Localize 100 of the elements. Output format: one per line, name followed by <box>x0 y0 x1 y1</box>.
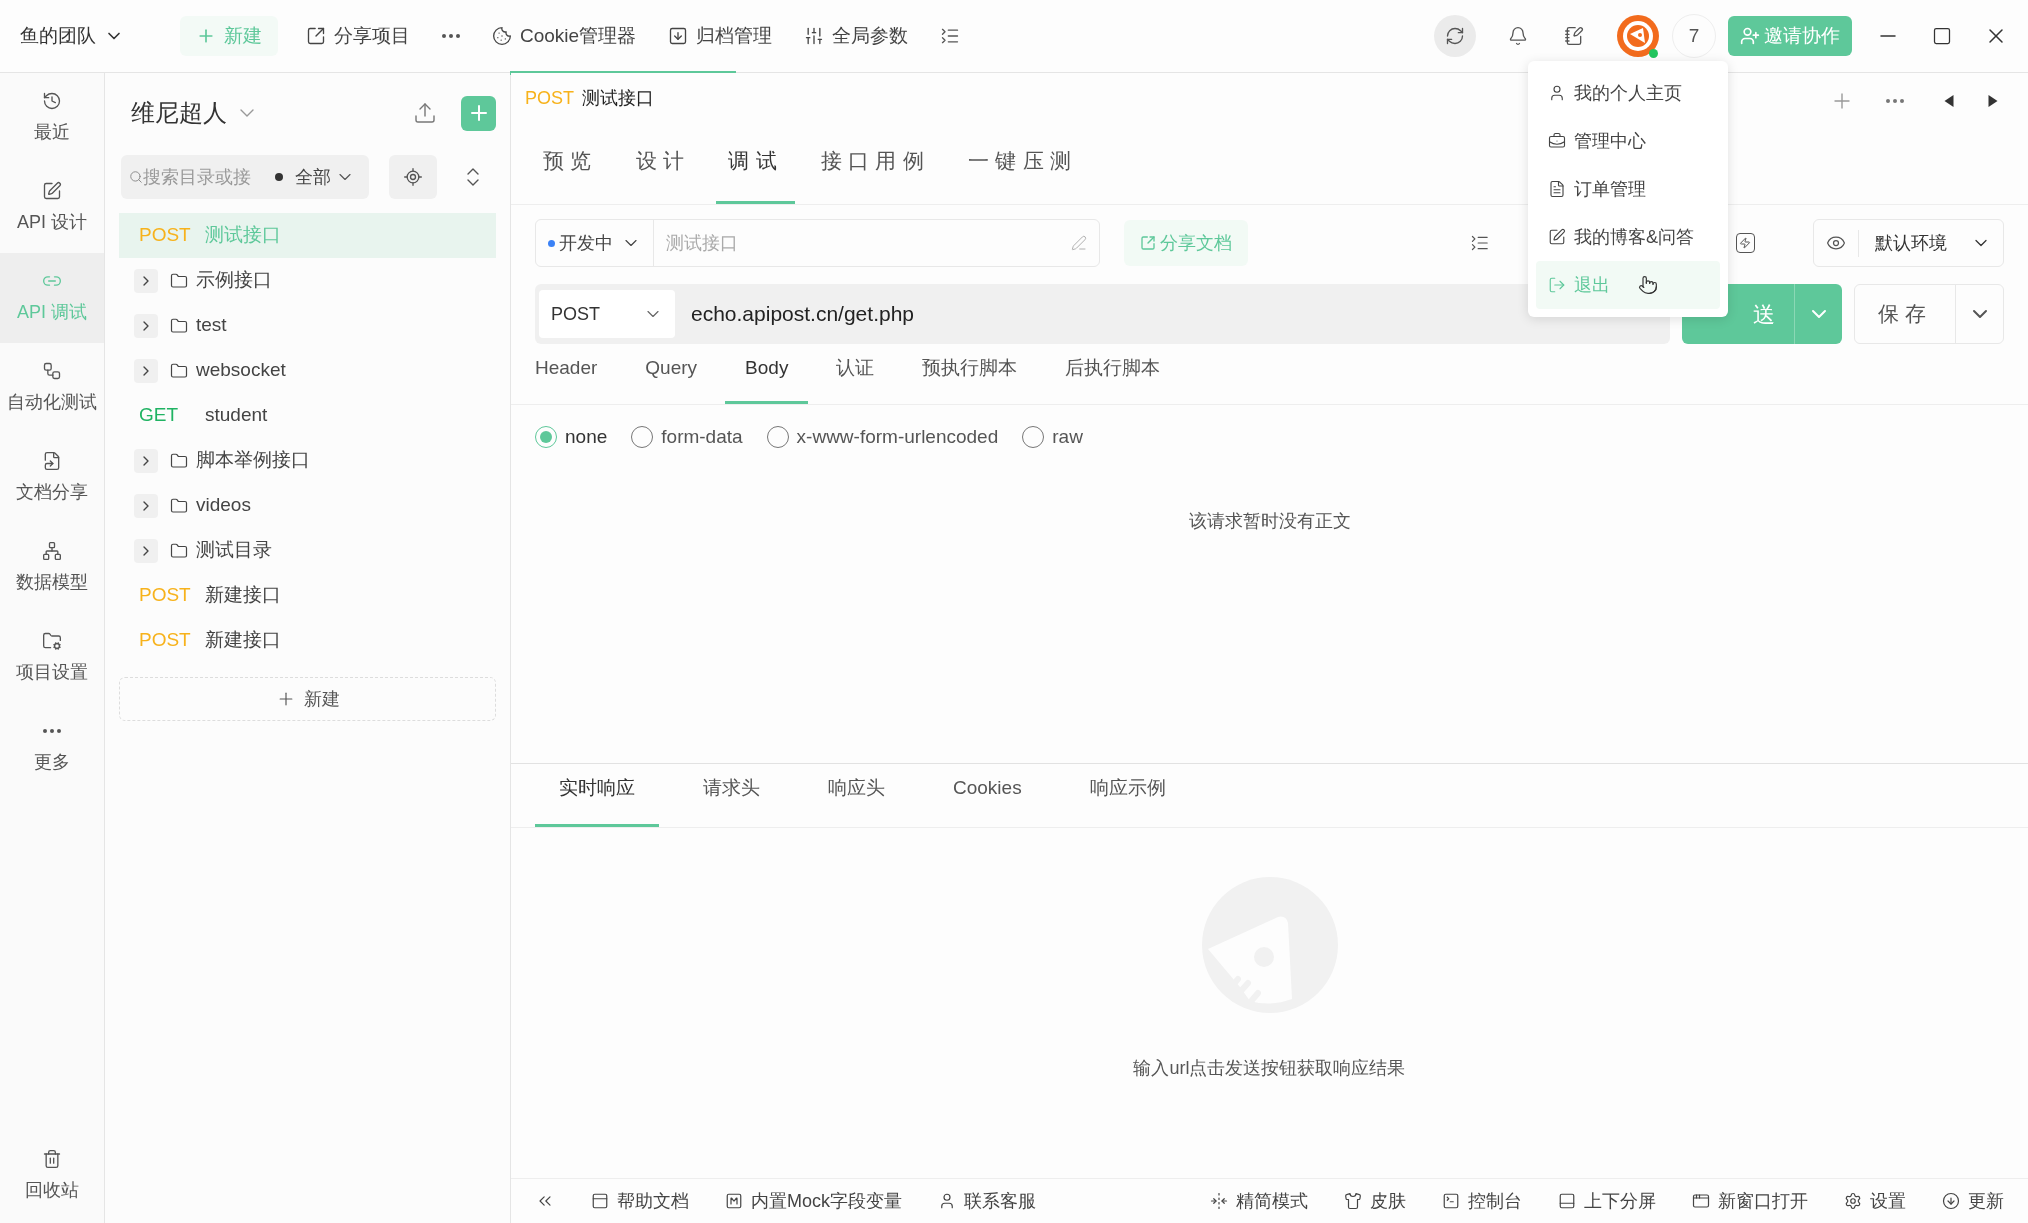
filter-select[interactable]: 全部 <box>295 163 331 191</box>
radio-option[interactable]: raw <box>1022 422 1083 452</box>
expand-toggle[interactable] <box>134 493 158 518</box>
api-name: 测试接口 <box>205 223 281 248</box>
team-selector[interactable]: 鱼的团队 <box>20 21 124 51</box>
menu-item[interactable]: 我的博客&问答 <box>1536 213 1720 261</box>
locate-button[interactable] <box>389 155 437 199</box>
open-tab[interactable]: POST 测试接口 <box>525 85 654 112</box>
settings-icon <box>1844 1192 1862 1210</box>
status-bar-button[interactable]: 新窗口打开 <box>1692 1187 1808 1215</box>
tab[interactable]: 响应示例 <box>1065 764 1190 827</box>
tab[interactable]: 后执行脚本 <box>1045 347 1181 404</box>
radio-option[interactable]: form-data <box>631 422 743 452</box>
tab[interactable]: 调试 <box>716 129 795 204</box>
maximize-icon[interactable] <box>1932 26 1952 46</box>
nav-item[interactable]: 自动化测试 <box>0 343 104 433</box>
upload-icon[interactable] <box>413 101 437 125</box>
document-icon <box>42 450 62 471</box>
tree-folder[interactable]: 脚本举例接口 <box>119 438 496 483</box>
expand-toggle[interactable] <box>134 313 158 338</box>
nav-item[interactable]: 数据模型 <box>0 523 104 613</box>
tab[interactable]: 请求头 <box>679 764 784 827</box>
folder-icon <box>170 496 188 515</box>
status-bar-button[interactable]: 控制台 <box>1442 1187 1522 1215</box>
tree-folder[interactable]: websocket <box>119 348 496 393</box>
folder-name: 脚本举例接口 <box>196 448 310 473</box>
status-bar-button[interactable]: 帮助文档 <box>591 1187 689 1215</box>
tab[interactable]: 预览 <box>531 129 610 204</box>
tab[interactable]: 预执行脚本 <box>902 347 1038 404</box>
menu-item[interactable]: 我的个人主页 <box>1536 69 1720 117</box>
scroll-right-icon[interactable] <box>1987 95 1998 107</box>
environment-select[interactable]: 默认环境 <box>1813 219 2004 267</box>
toolbar-button[interactable]: 全局参数 <box>804 21 909 51</box>
tree-folder[interactable]: videos <box>119 483 496 528</box>
menu-item[interactable]: 订单管理 <box>1536 165 1720 213</box>
name-field[interactable]: 开发中 测试接口 <box>535 219 1100 267</box>
radio-option[interactable]: x-www-form-urlencoded <box>766 422 999 452</box>
tree-folder[interactable]: 示例接口 <box>119 258 496 303</box>
more-icon[interactable] <box>442 34 460 38</box>
nav-item[interactable]: 文档分享 <box>0 433 104 523</box>
method-select[interactable]: POST <box>539 290 675 338</box>
toolbar-button[interactable]: 分享项目 <box>306 21 410 51</box>
notes-icon[interactable] <box>1564 26 1584 46</box>
status-bar-button[interactable]: 皮肤 <box>1344 1187 1406 1215</box>
tab[interactable]: 接口用例 <box>808 129 943 204</box>
network-icon <box>42 540 62 561</box>
add-button[interactable] <box>461 95 496 131</box>
more-icon[interactable] <box>1886 99 1904 103</box>
nav-item[interactable]: 项目设置 <box>0 613 104 703</box>
expand-toggle[interactable] <box>134 268 158 293</box>
radio-option[interactable]: none <box>535 422 608 452</box>
more-icon <box>43 728 61 733</box>
status-select[interactable]: 开发中 <box>536 220 654 266</box>
tab[interactable]: Header <box>535 347 618 404</box>
tab[interactable]: Body <box>725 347 809 404</box>
notification-icon[interactable] <box>1508 26 1528 46</box>
tree-item[interactable]: POST 新建接口 <box>119 618 496 663</box>
expand-toggle[interactable] <box>134 448 158 473</box>
edit-icon <box>42 180 62 201</box>
user-avatar[interactable] <box>1616 14 1660 58</box>
tab[interactable]: Cookies <box>929 764 1046 827</box>
tab[interactable]: 设计 <box>623 129 703 204</box>
history-icon <box>42 90 62 111</box>
status-bar-button[interactable]: 联系客服 <box>938 1187 1036 1215</box>
tab[interactable]: 一键压测 <box>956 129 1090 204</box>
tree-folder[interactable]: test <box>119 303 496 348</box>
new-item-button[interactable]: 新建 <box>119 677 496 721</box>
trash-nav-item[interactable]: 回收站 <box>0 1141 104 1211</box>
nav-item[interactable]: API 设计 <box>0 163 104 253</box>
expand-toggle[interactable] <box>134 538 158 563</box>
list-collapse-icon[interactable] <box>940 26 961 46</box>
status-bar-button[interactable]: 精简模式 <box>1210 1187 1308 1215</box>
expand-toggle[interactable] <box>134 358 158 383</box>
status-bar-button[interactable]: 上下分屏 <box>1558 1187 1656 1215</box>
toolbar-button[interactable]: Cookie管理器 <box>492 21 637 51</box>
tree-item[interactable]: GET student <box>119 393 496 438</box>
tab[interactable]: Query <box>625 347 718 404</box>
search-field[interactable]: 搜索目录或接 全部 <box>121 155 369 199</box>
document-icon <box>1548 180 1566 198</box>
tree-item[interactable]: POST 新建接口 <box>119 573 496 618</box>
nav-item[interactable]: 更多 <box>0 703 104 793</box>
archive-icon <box>668 26 689 46</box>
tab[interactable]: 实时响应 <box>535 764 659 827</box>
status-bar-button[interactable]: 内置Mock字段变量 <box>725 1187 902 1215</box>
toolbar-button[interactable]: 归档管理 <box>668 21 773 51</box>
tab[interactable]: 认证 <box>816 347 895 404</box>
tab[interactable]: 响应头 <box>804 764 909 827</box>
status-bar-button[interactable]: 更新 <box>1942 1187 2004 1215</box>
nav-item[interactable]: 最近 <box>0 73 104 163</box>
status-bar-button[interactable]: 设置 <box>1844 1187 1906 1215</box>
scroll-left-icon[interactable] <box>1944 95 1955 107</box>
quick-action-icon[interactable] <box>1735 233 1756 253</box>
terminal-icon <box>1442 1192 1460 1210</box>
folder-name: test <box>196 313 227 338</box>
tree-folder[interactable]: 测试目录 <box>119 528 496 573</box>
sync-button[interactable] <box>1434 15 1476 57</box>
user-icon <box>938 1192 956 1210</box>
empty-body-message: 该请求暂时没有正文 <box>1188 509 1351 533</box>
menu-item[interactable]: 管理中心 <box>1536 117 1720 165</box>
outline-icon[interactable] <box>1469 233 1490 253</box>
